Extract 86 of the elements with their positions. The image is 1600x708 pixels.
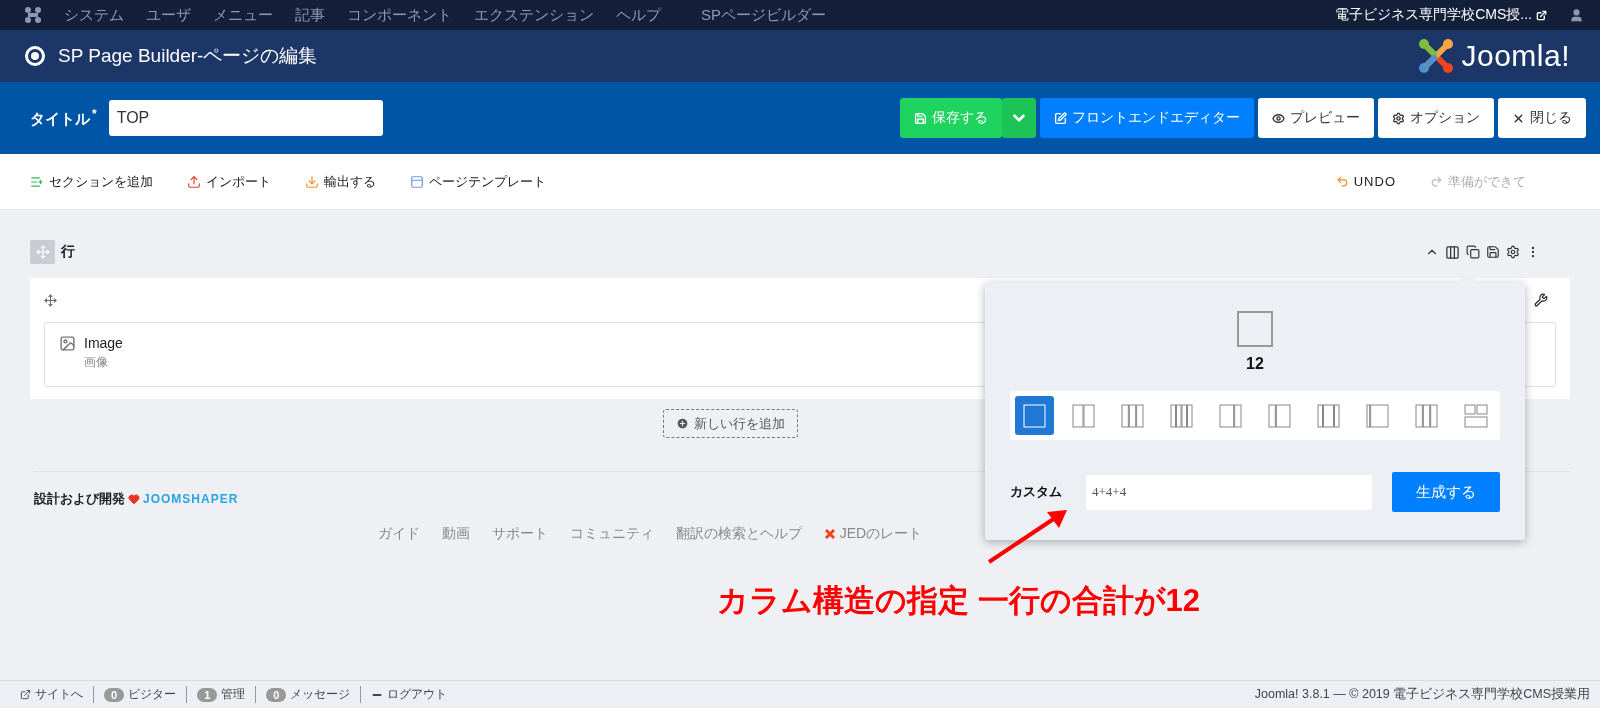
credit-text: 設計および開発 — [34, 490, 125, 508]
download-icon — [305, 174, 319, 189]
row-move-handle[interactable] — [30, 240, 55, 264]
count-pill: 0 — [104, 687, 125, 702]
undo-button[interactable]: UNDO — [1335, 172, 1396, 191]
site-link[interactable]: 電子ビジネス専門学校CMS授... — [1335, 6, 1547, 24]
move-icon[interactable] — [44, 293, 57, 307]
addon-subtitle: 画像 — [84, 354, 109, 371]
count-pill: 1 — [197, 687, 218, 702]
generate-button[interactable]: 生成する — [1392, 472, 1500, 512]
menu-item[interactable]: 記事 — [295, 5, 325, 25]
move-icon — [35, 245, 50, 259]
preview-button[interactable]: プレビュー — [1258, 98, 1374, 138]
column-layout-icon — [1365, 403, 1390, 428]
column-layout-icon — [1169, 403, 1194, 428]
close-button[interactable]: 閉じる — [1498, 98, 1586, 138]
target-icon — [24, 45, 46, 67]
plus-icon — [675, 417, 689, 430]
add-row-button[interactable]: 新しい行を追加 — [662, 409, 798, 438]
column-layout-icon — [1267, 403, 1292, 428]
footer-link[interactable]: サポート — [491, 525, 548, 543]
heart-icon — [128, 493, 140, 505]
annotation-text: カラム構造の指定 一行の合計が12 — [717, 582, 1201, 620]
column-preview-icon — [1237, 311, 1273, 347]
menu-item[interactable]: エクステンション — [474, 5, 594, 25]
edit-icon — [1054, 111, 1067, 125]
title-label: タイトル$^{*}$ — [30, 107, 97, 129]
user-icon[interactable] — [1569, 7, 1584, 23]
layout-option[interactable] — [1015, 396, 1054, 435]
menu-item[interactable]: ユーザ — [146, 5, 191, 25]
count-pill: 0 — [266, 687, 287, 702]
column-layout-icon — [1316, 403, 1341, 428]
external-link-icon — [1536, 9, 1547, 21]
joomla-logo-icon — [1417, 37, 1456, 75]
toolbar-button[interactable]: セクションを追加 — [30, 172, 153, 191]
external-link-icon — [20, 689, 31, 700]
column-layout-icon — [1414, 403, 1439, 428]
footer-link[interactable]: コミュニティ — [569, 525, 654, 543]
image-icon — [59, 335, 76, 352]
menu-item[interactable]: SPページビルダー — [701, 5, 826, 25]
grid-layout-icon — [1463, 403, 1488, 428]
status-link[interactable]: 0 メッセージ — [255, 686, 361, 703]
column-layout-icon — [1022, 403, 1047, 428]
undo-icon — [1335, 175, 1349, 188]
version-text: Joomla! 3.8.1 — © 2019 電子ビジネス専門学校CMS授業用 — [1254, 686, 1590, 703]
status-link[interactable]: ログアウト — [360, 686, 458, 703]
toolbar-button[interactable]: ページテンプレート — [410, 172, 546, 191]
status-link[interactable]: 0 ビジター — [93, 686, 187, 703]
save-icon — [914, 111, 927, 125]
menu-item[interactable]: コンポーネント — [347, 5, 452, 25]
dropdown-button[interactable] — [1002, 98, 1036, 138]
columns-icon[interactable] — [1445, 244, 1460, 260]
settings-icon[interactable] — [1506, 245, 1520, 259]
status-link[interactable]: 1 管理 — [186, 686, 256, 703]
footer-link[interactable]: JEDのレート — [823, 525, 923, 543]
custom-field[interactable]: 4+4+4 — [1086, 474, 1372, 510]
toolbar-button[interactable]: インポート — [187, 172, 271, 191]
page-title: SP Page Builder-ページの編集 — [58, 44, 318, 68]
copy-icon[interactable] — [1466, 245, 1480, 259]
wrench-icon[interactable] — [1534, 293, 1548, 307]
column-layout-icon — [1120, 403, 1145, 428]
footer-link[interactable]: 動画 — [441, 525, 470, 543]
column-count: 12 — [1246, 355, 1264, 373]
list-plus-icon — [30, 174, 44, 189]
column-layout-icon — [1218, 403, 1243, 428]
addon-title: Image — [84, 335, 123, 351]
column-layout-icon — [1071, 403, 1096, 428]
eye-icon — [1272, 111, 1285, 125]
primary-button[interactable]: フロントエンドエディター — [1040, 98, 1254, 138]
status-link[interactable]: サイトへ — [10, 686, 93, 703]
title-field[interactable]: TOP — [108, 100, 383, 136]
menu-item[interactable]: システム — [64, 5, 124, 25]
template-icon — [410, 174, 424, 189]
footer-link[interactable]: ガイド — [377, 525, 420, 543]
footer-link[interactable]: 翻訳の検索とヘルプ — [675, 525, 802, 543]
save-icon[interactable] — [1486, 245, 1500, 259]
settings-icon — [1392, 111, 1405, 125]
redo-icon — [1430, 175, 1443, 188]
logo-text: Joomla! — [1461, 39, 1570, 73]
toolbar-button[interactable]: 輸出する — [305, 172, 376, 191]
custom-label: カスタム — [1010, 483, 1063, 501]
upload-icon — [187, 174, 201, 189]
menu-item[interactable]: ヘルプ — [616, 5, 661, 25]
row-label: 行 — [61, 243, 75, 261]
options-button[interactable]: オプション — [1378, 98, 1494, 138]
menu-item[interactable]: メニュー — [213, 5, 273, 25]
